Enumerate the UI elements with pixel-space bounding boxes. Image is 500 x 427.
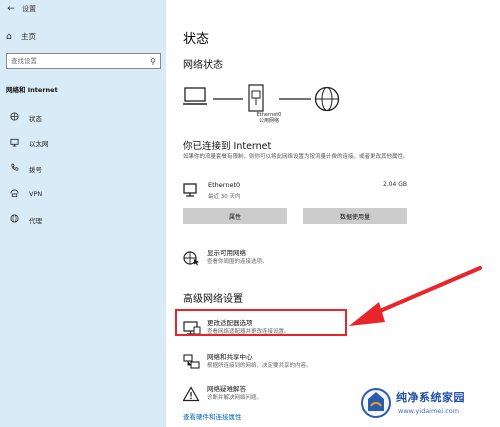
ethernet-period: 最近 30 天内: [208, 194, 241, 200]
main-content: 状态 网络状态 Ethernet0 公用网络 你已连接到 Internet 如果…: [166, 0, 500, 427]
highlight-box: [175, 309, 347, 336]
option-title: 网络疑难解答: [207, 385, 246, 393]
network-sharing-center-option[interactable]: 网络和共享中心 根据所连接到的网络，决定要共享的内容。: [183, 353, 312, 370]
network-troubleshooter-option[interactable]: 网络疑难解答 诊断并解决网络问题。: [183, 385, 262, 402]
title-bar: ← 设置: [0, 0, 166, 18]
show-available-networks-option[interactable]: 显示可用网络 查看你周围的连接选项。: [183, 249, 268, 266]
warning-triangle-icon: [183, 386, 200, 402]
back-arrow-icon[interactable]: ←: [0, 4, 22, 14]
sidebar-nav: 状态 以太网 拨号 VPN 代理: [0, 105, 166, 233]
search-box[interactable]: ⚲: [6, 53, 161, 69]
phone-icon: [7, 163, 21, 174]
option-description: 查看你周围的连接选项。: [207, 259, 268, 266]
sidebar-item-status[interactable]: 状态: [0, 105, 166, 131]
watermark-title: 纯净系统家园: [396, 391, 465, 404]
sidebar-item-ethernet[interactable]: 以太网: [0, 131, 166, 157]
option-title: 显示可用网络: [207, 249, 246, 257]
sidebar-item-label: 拨号: [29, 165, 42, 174]
network-type: 公用网络: [258, 118, 279, 125]
adapter-caption: Ethernet0 公用网络: [249, 112, 289, 125]
option-description: 根据所连接到的网络，决定要共享的内容。: [207, 363, 312, 370]
option-description: 诊断并解决网络问题。: [207, 395, 263, 402]
watermark-url: www.yidaimei.com: [398, 407, 460, 415]
sidebar-item-label: 代理: [29, 216, 42, 225]
vpn-icon: [7, 189, 21, 200]
ethernet-adapter-icon: [248, 84, 264, 112]
ethernet-monitor-icon: [183, 183, 197, 197]
sidebar-item-dialup[interactable]: 拨号: [0, 156, 166, 182]
watermark-logo-icon: [361, 388, 391, 418]
ethernet-data-usage: 2.04 GB: [382, 181, 407, 188]
data-usage-button[interactable]: 数据使用量: [303, 208, 407, 224]
home-icon: ⌂: [6, 31, 12, 42]
search-icon[interactable]: ⚲: [150, 57, 156, 66]
monitor-ethernet-icon: [7, 138, 21, 149]
ethernet-usage-row: Ethernet0 最近 30 天内 2.04 GB: [183, 180, 407, 204]
available-networks-icon: [183, 251, 199, 266]
search-input[interactable]: [11, 57, 131, 65]
sidebar-item-vpn[interactable]: VPN: [0, 182, 166, 208]
sidebar-item-label: VPN: [29, 190, 43, 199]
sidebar-item-label: 状态: [29, 114, 42, 123]
option-title: 网络和共享中心: [207, 353, 253, 361]
page-title: 状态: [183, 32, 210, 47]
ethernet-name: Ethernet0: [208, 181, 241, 189]
window-title: 设置: [22, 5, 36, 13]
hardware-properties-link[interactable]: 查看硬件和连接属性: [183, 411, 242, 421]
computer-icon: [183, 87, 207, 105]
properties-button[interactable]: 属性: [183, 208, 287, 224]
globe-icon: [7, 112, 21, 123]
home-nav-item[interactable]: ⌂ 主页: [6, 31, 36, 42]
connected-description: 如果你的流量套餐有限制，则你可以将此网络设置为按流量计费的连接，或者更改其他属性…: [183, 154, 409, 160]
sharing-center-icon: [183, 354, 200, 369]
internet-globe-icon: [314, 86, 340, 112]
sidebar-item-label: 以太网: [29, 140, 49, 149]
site-watermark: 纯净系统家园 www.yidaimei.com: [358, 384, 496, 424]
home-label: 主页: [21, 32, 36, 41]
advanced-settings-heading: 高级网络设置: [183, 294, 243, 305]
proxy-globe-icon: [7, 214, 21, 225]
annotation-arrow: [349, 266, 482, 326]
sidebar: ← 设置 ⌂ 主页 ⚲ 网络和 Internet 状态 以太网 拨号: [0, 0, 166, 427]
network-status-heading: 网络状态: [183, 60, 223, 71]
sidebar-item-proxy[interactable]: 代理: [0, 207, 166, 233]
connected-title: 你已连接到 Internet: [183, 141, 272, 152]
sidebar-section-title: 网络和 Internet: [6, 86, 58, 94]
